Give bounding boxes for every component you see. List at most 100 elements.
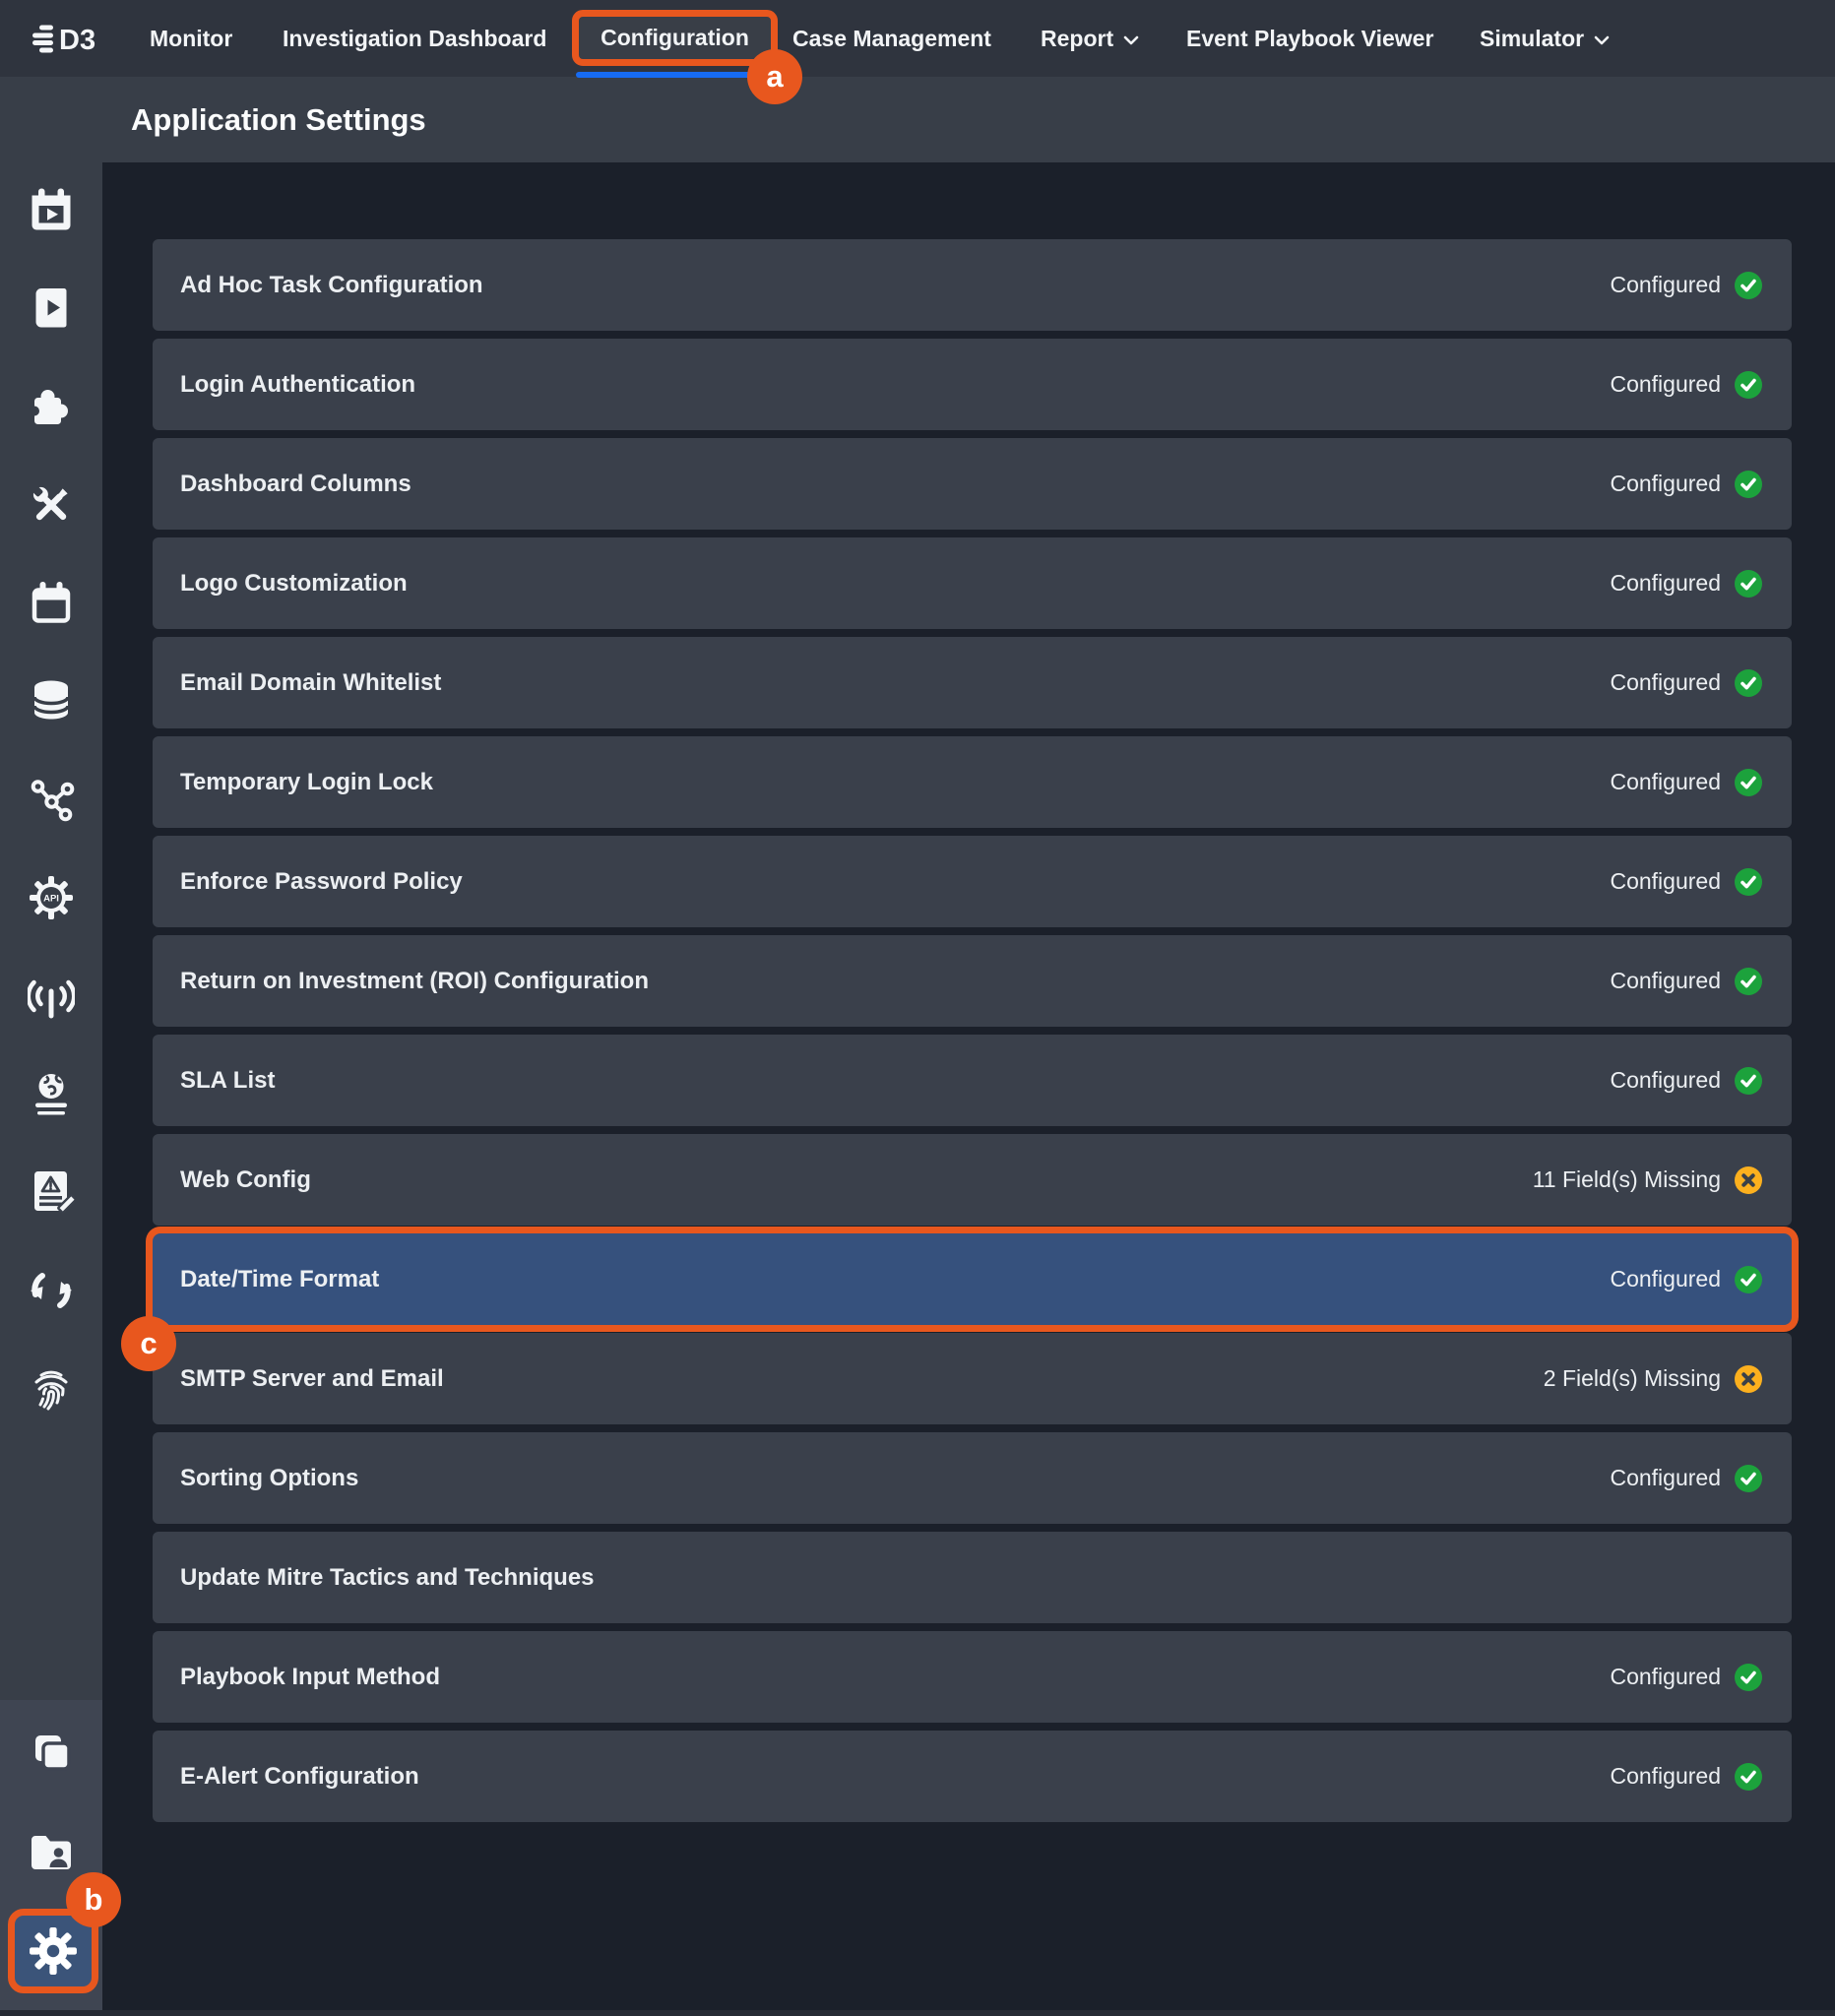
incident-form-icon[interactable]: [28, 1168, 75, 1216]
row-status: Configured: [1610, 1266, 1762, 1293]
status-text: Configured: [1610, 769, 1721, 795]
row-title: Return on Investment (ROI) Configuration: [180, 968, 649, 995]
event-intake-icon[interactable]: [28, 973, 75, 1020]
configured-check-icon: [1735, 471, 1762, 498]
status-text: Configured: [1610, 371, 1721, 398]
row-title: Email Domain Whitelist: [180, 669, 441, 697]
footer-strip: [0, 2010, 1835, 2016]
status-text: Configured: [1610, 968, 1721, 994]
settings-row[interactable]: Enforce Password Policy Configured: [153, 836, 1792, 927]
utility-commands-icon[interactable]: [28, 481, 75, 529]
status-text: Configured: [1610, 1266, 1721, 1292]
row-title: Update Mitre Tactics and Techniques: [180, 1564, 595, 1592]
row-status: Configured: [1610, 272, 1762, 299]
nav-item-configuration[interactable]: Configuration: [579, 17, 771, 59]
status-text: Configured: [1610, 868, 1721, 895]
calendar-icon[interactable]: [28, 579, 75, 626]
configured-check-icon: [1735, 1266, 1762, 1293]
nav-item-investigation-dashboard[interactable]: Investigation Dashboard: [283, 0, 546, 77]
top-navbar: D3 Monitor Investigation Dashboard Confi…: [0, 0, 1835, 77]
integrations-icon[interactable]: [28, 383, 75, 430]
nav-item-event-playbook-viewer[interactable]: Event Playbook Viewer: [1186, 0, 1433, 77]
nav-item-case-management[interactable]: Case Management: [792, 0, 991, 77]
playbook-runs-icon[interactable]: [28, 284, 75, 332]
logo-text: D3: [59, 25, 95, 54]
status-text: 2 Field(s) Missing: [1544, 1365, 1721, 1392]
copy-icon[interactable]: [28, 1730, 75, 1777]
row-title: E-Alert Configuration: [180, 1763, 419, 1791]
chevron-down-icon: [1594, 35, 1610, 45]
settings-row[interactable]: Web Config 11 Field(s) Missing: [153, 1134, 1792, 1226]
row-status: Configured: [1610, 669, 1762, 697]
row-status: Configured: [1610, 371, 1762, 399]
settings-row[interactable]: Update Mitre Tactics and Techniques: [153, 1532, 1792, 1623]
annotation-badge-c: c: [121, 1316, 176, 1371]
configured-check-icon: [1735, 968, 1762, 995]
configured-check-icon: [1735, 1465, 1762, 1492]
annotation-badge-b: b: [66, 1872, 121, 1927]
data-management-icon[interactable]: [28, 677, 75, 724]
d3-logo-icon[interactable]: D3: [28, 23, 112, 54]
status-text: Configured: [1610, 669, 1721, 696]
row-status: Configured: [1610, 570, 1762, 598]
row-status: Configured: [1610, 471, 1762, 498]
row-status: Configured: [1610, 968, 1762, 995]
nav-item-report[interactable]: Report: [1041, 0, 1139, 77]
missing-x-icon: [1735, 1365, 1762, 1393]
row-status: Configured: [1610, 1465, 1762, 1492]
nav-item-monitor[interactable]: Monitor: [150, 0, 232, 77]
configured-check-icon: [1735, 669, 1762, 697]
status-text: Configured: [1610, 272, 1721, 298]
nav-item-simulator[interactable]: Simulator: [1480, 0, 1610, 77]
row-title: Web Config: [180, 1166, 311, 1194]
settings-row[interactable]: Playbook Input Method Configured: [153, 1631, 1792, 1723]
configured-check-icon: [1735, 371, 1762, 399]
nav-report-label: Report: [1041, 26, 1113, 51]
annotation-box-configuration: Configuration: [572, 10, 778, 66]
api-gear-icon[interactable]: API: [28, 874, 75, 921]
status-text: 11 Field(s) Missing: [1533, 1166, 1721, 1193]
data-sync-icon[interactable]: [28, 1267, 75, 1314]
configured-check-icon: [1735, 272, 1762, 299]
status-text: Configured: [1610, 471, 1721, 497]
row-title: Dashboard Columns: [180, 471, 411, 498]
settings-row[interactable]: Date/Time Format Configured: [153, 1233, 1792, 1325]
configured-check-icon: [1735, 1067, 1762, 1095]
active-tab-underline: [576, 72, 750, 78]
configured-check-icon: [1735, 769, 1762, 796]
shared-folder-icon[interactable]: [28, 1828, 75, 1875]
settings-row[interactable]: E-Alert Configuration Configured: [153, 1731, 1792, 1822]
settings-row[interactable]: Dashboard Columns Configured: [153, 438, 1792, 530]
row-title: SMTP Server and Email: [180, 1365, 444, 1393]
settings-row[interactable]: Email Domain Whitelist Configured: [153, 637, 1792, 728]
connections-icon[interactable]: [28, 776, 75, 823]
settings-row[interactable]: Login Authentication Configured: [153, 339, 1792, 430]
row-title: Date/Time Format: [180, 1266, 379, 1293]
status-text: Configured: [1610, 1763, 1721, 1790]
status-text: Configured: [1610, 570, 1721, 597]
nav-simulator-label: Simulator: [1480, 26, 1584, 51]
status-text: Configured: [1610, 1067, 1721, 1094]
row-title: Ad Hoc Task Configuration: [180, 272, 483, 299]
fingerprint-icon[interactable]: [28, 1365, 75, 1413]
row-status: Configured: [1610, 1763, 1762, 1791]
row-status: Configured: [1610, 769, 1762, 796]
row-title: SLA List: [180, 1067, 275, 1095]
settings-row[interactable]: SLA List Configured: [153, 1035, 1792, 1126]
row-status: 11 Field(s) Missing: [1533, 1166, 1762, 1194]
gear-icon: [29, 1926, 78, 1976]
geo-ip-icon[interactable]: [28, 1071, 75, 1118]
scheduled-playbook-icon[interactable]: [28, 186, 75, 233]
settings-row[interactable]: SMTP Server and Email 2 Field(s) Missing: [153, 1333, 1792, 1424]
row-title: Playbook Input Method: [180, 1664, 440, 1691]
row-status: Configured: [1610, 1067, 1762, 1095]
svg-text:API: API: [43, 894, 59, 905]
settings-row[interactable]: Logo Customization Configured: [153, 537, 1792, 629]
settings-row[interactable]: Return on Investment (ROI) Configuration…: [153, 935, 1792, 1027]
row-status: 2 Field(s) Missing: [1544, 1365, 1762, 1393]
row-title: Enforce Password Policy: [180, 868, 463, 896]
settings-row[interactable]: Ad Hoc Task Configuration Configured: [153, 239, 1792, 331]
annotation-badge-a: a: [747, 49, 802, 104]
settings-row[interactable]: Sorting Options Configured: [153, 1432, 1792, 1524]
settings-row[interactable]: Temporary Login Lock Configured: [153, 736, 1792, 828]
